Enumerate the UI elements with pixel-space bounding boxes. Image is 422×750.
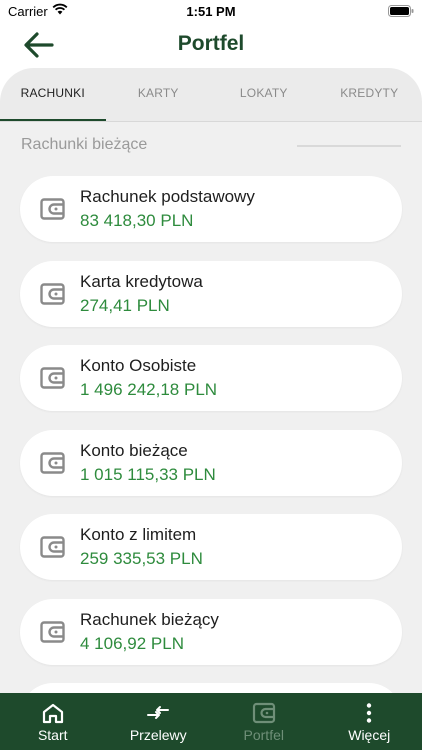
account-balance: 274,41 PLN bbox=[80, 296, 170, 315]
tab-kredyty[interactable]: KREDYTY bbox=[317, 68, 422, 122]
account-card[interactable]: Konto bieżące 1 015 115,33 PLN bbox=[20, 430, 402, 496]
tabs-container: RACHUNKI KARTY LOKATY KREDYTY bbox=[0, 68, 422, 122]
home-icon bbox=[42, 703, 63, 724]
nav-wiecej-label: Więcej bbox=[348, 727, 391, 743]
account-balance: 1 015 115,33 PLN bbox=[80, 465, 216, 484]
wallet-icon bbox=[40, 367, 65, 389]
account-card[interactable]: Rachunek podstawowy 83 418,30 PLN bbox=[20, 176, 402, 242]
page-title: Portfel bbox=[177, 32, 245, 55]
tab-lokaty[interactable]: LOKATY bbox=[211, 68, 317, 122]
wallet-icon bbox=[40, 452, 65, 474]
nav-portfel-label: Portfel bbox=[243, 727, 284, 743]
app-header: Portfel bbox=[0, 24, 422, 68]
wallet-icon bbox=[252, 702, 275, 724]
account-balance: 1 496 242,18 PLN bbox=[80, 380, 218, 399]
nav-portfel[interactable]: Portfel bbox=[211, 693, 317, 750]
tabs-divider bbox=[0, 121, 422, 122]
wallet-icon bbox=[40, 536, 65, 558]
wallet-icon bbox=[40, 621, 65, 643]
wallet-icon bbox=[40, 198, 65, 220]
tab-bar: RACHUNKI KARTY LOKATY KREDYTY bbox=[0, 68, 422, 122]
clock: 1:51 PM bbox=[186, 4, 236, 19]
section-title: Rachunki bieżące bbox=[21, 136, 148, 153]
section-divider bbox=[297, 145, 401, 147]
status-bar: Carrier 1:51 PM bbox=[0, 0, 422, 24]
nav-start-label: Start bbox=[37, 727, 68, 743]
account-card[interactable]: Rachunek bieżący 4 106,92 PLN bbox=[20, 599, 402, 665]
account-balance: 4 106,92 PLN bbox=[80, 634, 184, 653]
account-card[interactable]: Konto z limitem 259 335,53 PLN bbox=[20, 514, 402, 580]
nav-przelewy[interactable]: Przelewy bbox=[106, 693, 212, 750]
account-name: Karta kredytowa bbox=[80, 272, 203, 291]
account-name: Rachunek bieżący bbox=[80, 610, 219, 629]
transfer-icon bbox=[147, 706, 170, 719]
account-name: Konto bieżące bbox=[80, 441, 188, 460]
account-balance: 259 335,53 PLN bbox=[80, 549, 203, 568]
tab-karty[interactable]: KARTY bbox=[106, 68, 212, 122]
battery-icon bbox=[388, 5, 414, 17]
account-balance: 83 418,30 PLN bbox=[80, 211, 194, 230]
nav-wiecej[interactable]: Więcej bbox=[317, 693, 422, 750]
account-name: Konto Osobiste bbox=[80, 356, 197, 375]
nav-przelewy-label: Przelewy bbox=[129, 727, 187, 743]
account-name: Rachunek podstawowy bbox=[80, 187, 255, 206]
wallet-icon bbox=[40, 283, 65, 305]
more-vertical-icon bbox=[367, 703, 372, 723]
account-name: Konto z limitem bbox=[80, 525, 197, 544]
account-card[interactable]: Konto Osobiste 1 496 242,18 PLN bbox=[20, 345, 402, 411]
account-card[interactable]: Karta kredytowa 274,41 PLN bbox=[20, 261, 402, 327]
nav-start[interactable]: Start bbox=[0, 693, 106, 750]
tab-rachunki[interactable]: RACHUNKI bbox=[0, 68, 106, 122]
bottom-navigation: Start Przelewy Portfel Więcej bbox=[0, 693, 422, 750]
